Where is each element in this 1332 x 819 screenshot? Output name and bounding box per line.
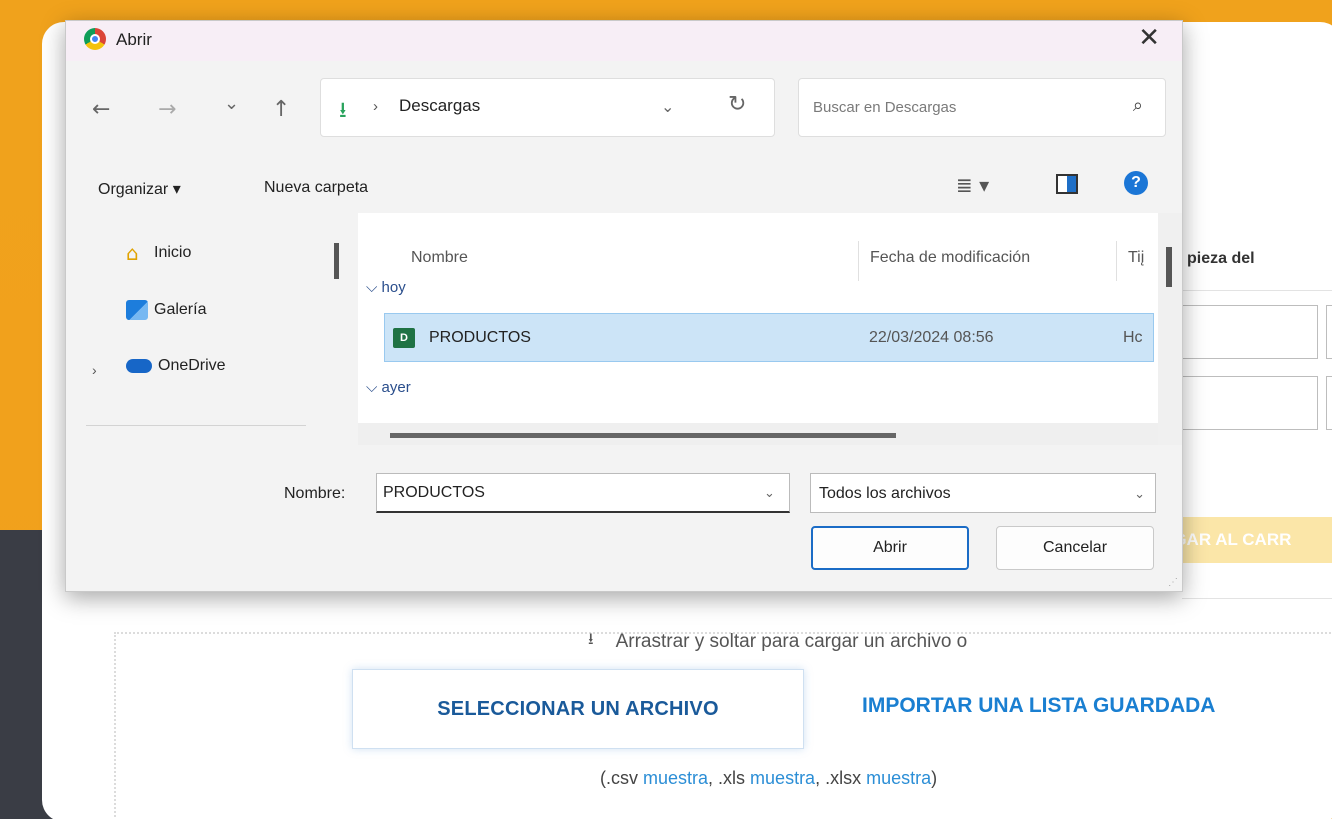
column-separator — [1116, 241, 1117, 281]
nav-item-inicio[interactable]: ⌂ Inicio — [126, 243, 191, 263]
view-options-icon[interactable]: ≣ ▾ — [956, 173, 989, 197]
recent-locations-icon[interactable]: ⌄ — [224, 93, 239, 114]
divider — [1182, 598, 1332, 599]
formats-text: , .xls — [708, 768, 751, 788]
downloads-icon: ⭳ — [339, 98, 347, 123]
file-type: Hc — [1123, 329, 1143, 346]
group-header-yesterday[interactable]: ⌵ ayer — [366, 379, 411, 396]
file-row[interactable]: D PRODUCTOS 22/03/2024 08:56 Hc — [384, 313, 1154, 362]
close-button[interactable]: ✕ — [1138, 23, 1160, 53]
open-button[interactable]: Abrir — [811, 526, 969, 570]
preview-pane-icon[interactable] — [1056, 174, 1078, 194]
nav-item-label: Inicio — [154, 244, 192, 261]
file-date: 22/03/2024 08:56 — [869, 329, 994, 346]
formats-text: ) — [931, 768, 938, 788]
xls-sample-link[interactable]: muestra — [750, 768, 815, 788]
chevron-down-icon: ⌄ — [1134, 486, 1145, 501]
refresh-icon[interactable]: ↻ — [728, 92, 746, 117]
help-icon[interactable]: ? — [1124, 171, 1148, 195]
organize-menu[interactable]: Organizar ▾ — [98, 179, 181, 199]
divider — [86, 425, 306, 426]
formats-text: (.csv — [600, 768, 643, 788]
up-arrow-icon[interactable]: ↑ — [272, 97, 290, 122]
group-header-today[interactable]: ⌵ hoy — [366, 279, 406, 296]
open-file-dialog: Abrir ✕ ← → ⌄ ↑ ⭳ › Descargas ⌄ ↻ Buscar… — [65, 20, 1183, 592]
back-arrow-icon[interactable]: ← — [92, 97, 110, 122]
quantity-field-2[interactable] — [1182, 376, 1318, 430]
search-icon[interactable]: ⌕ — [1133, 95, 1143, 116]
forward-arrow-icon[interactable]: → — [158, 97, 176, 122]
navigation-pane — [66, 213, 328, 445]
column-header-type[interactable]: Tiį — [1128, 249, 1144, 267]
csv-sample-link[interactable]: muestra — [643, 768, 708, 788]
scroll-thumb[interactable] — [390, 433, 896, 438]
file-type-select[interactable]: Todos los archivos ⌄ — [810, 473, 1156, 513]
cancel-button[interactable]: Cancelar — [996, 526, 1154, 570]
download-icon: ⭳ — [588, 629, 594, 648]
resize-grip-icon[interactable]: ⋰ — [1168, 577, 1178, 588]
part-field[interactable] — [1326, 305, 1332, 359]
column-header-date[interactable]: Fecha de modificación — [870, 249, 1030, 267]
part-field-2[interactable] — [1326, 376, 1332, 430]
formats-text: , .xlsx — [815, 768, 867, 788]
nav-item-onedrive[interactable]: OneDrive — [126, 357, 226, 375]
search-box[interactable]: Buscar en Descargas ⌕ — [798, 78, 1166, 137]
breadcrumb-separator: › — [373, 98, 378, 115]
vertical-scrollbar[interactable] — [1158, 213, 1182, 445]
breadcrumb-downloads[interactable]: Descargas — [399, 96, 480, 116]
column-separator — [858, 241, 859, 281]
horizontal-scrollbar[interactable] — [358, 423, 1158, 445]
quantity-field[interactable] — [1182, 305, 1318, 359]
file-type-value: Todos los archivos — [819, 485, 951, 502]
nav-item-galeria[interactable]: Galería — [126, 300, 206, 320]
nav-scrollbar[interactable] — [334, 243, 339, 279]
cloud-icon — [126, 359, 152, 373]
title-bar[interactable]: Abrir ✕ — [66, 21, 1182, 61]
gallery-icon — [126, 300, 148, 320]
chrome-icon — [84, 28, 106, 50]
select-file-button[interactable]: SELECCIONAR UN ARCHIVO — [352, 669, 804, 749]
import-saved-list-button[interactable]: IMPORTAR UNA LISTA GUARDADA — [862, 694, 1215, 718]
file-name: PRODUCTOS — [429, 329, 531, 346]
scroll-thumb[interactable] — [1166, 247, 1172, 287]
spreadsheet-file-icon: D — [393, 328, 415, 348]
nav-item-label: Galería — [154, 301, 207, 318]
address-bar[interactable]: ⭳ › Descargas ⌄ ↻ — [320, 78, 775, 137]
new-folder-button[interactable]: Nueva carpeta — [264, 179, 368, 197]
filename-input[interactable] — [376, 473, 790, 513]
drop-hint: ⭳ Arrastrar y soltar para cargar un arch… — [588, 628, 967, 655]
formats-note: (.csv muestra, .xls muestra, .xlsx muest… — [600, 768, 937, 789]
expand-chevron-icon[interactable]: › — [92, 362, 97, 378]
xlsx-sample-link[interactable]: muestra — [866, 768, 931, 788]
search-placeholder: Buscar en Descargas — [813, 99, 957, 116]
filename-dropdown-icon[interactable]: ⌄ — [764, 485, 775, 501]
address-dropdown-icon[interactable]: ⌄ — [661, 97, 674, 117]
drop-hint-text: Arrastrar y soltar para cargar un archiv… — [615, 630, 968, 652]
filename-label: Nombre: — [284, 485, 346, 502]
dialog-title: Abrir — [116, 30, 152, 49]
nav-item-label: OneDrive — [158, 357, 226, 374]
partial-heading: pieza del — [1187, 250, 1255, 267]
home-icon: ⌂ — [126, 241, 139, 265]
column-header-name[interactable]: Nombre — [411, 249, 468, 267]
divider — [1182, 290, 1332, 291]
